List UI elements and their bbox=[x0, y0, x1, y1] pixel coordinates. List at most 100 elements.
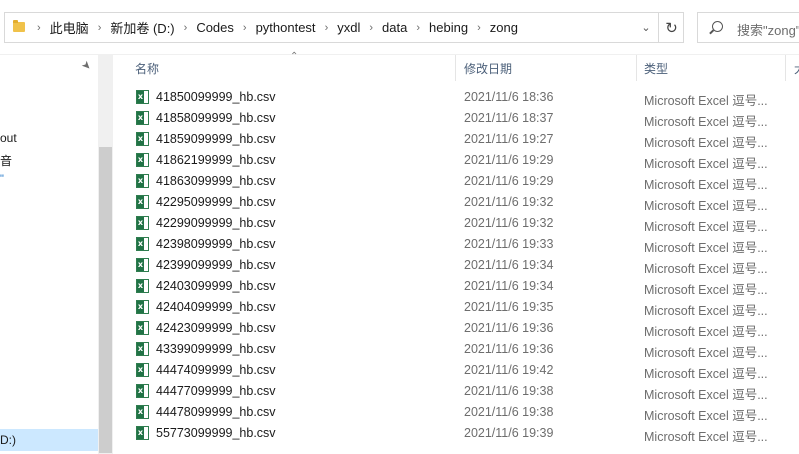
excel-csv-file-icon bbox=[136, 90, 149, 104]
excel-csv-file-icon bbox=[136, 132, 149, 146]
file-row[interactable]: 41850099999_hb.csv 2021/11/6 18:36 Microso… bbox=[114, 87, 799, 108]
breadcrumb-this-pc[interactable]: 此电脑 bbox=[47, 18, 92, 37]
file-modified-date: 2021/11/6 19:39 bbox=[464, 426, 554, 440]
chevron-right-icon[interactable]: › bbox=[410, 22, 426, 34]
file-name: 44474099999_hb.csv bbox=[156, 363, 276, 377]
file-modified-date: 2021/11/6 19:32 bbox=[464, 216, 554, 230]
excel-csv-file-icon bbox=[136, 384, 149, 398]
file-type: Microsoft Excel 逗号... bbox=[644, 388, 768, 402]
file-type: Microsoft Excel 逗号... bbox=[644, 262, 768, 276]
breadcrumb-zong[interactable]: zong bbox=[487, 20, 521, 35]
nav-scrollbar-thumb[interactable] bbox=[99, 147, 112, 453]
file-row[interactable]: 44478099999_hb.csv 2021/11/6 19:38 Microso… bbox=[114, 402, 799, 423]
file-row[interactable]: 42295099999_hb.csv 2021/11/6 19:32 Microso… bbox=[114, 192, 799, 213]
file-name: 42404099999_hb.csv bbox=[156, 300, 276, 314]
column-header-row: ⌃ 名称 修改日期 类型 大 bbox=[114, 51, 799, 81]
file-name: 41863099999_hb.csv bbox=[156, 174, 276, 188]
breadcrumb-codes[interactable]: Codes bbox=[193, 20, 237, 35]
nav-scrollbar[interactable] bbox=[98, 55, 113, 454]
file-modified-date: 2021/11/6 19:33 bbox=[464, 237, 554, 251]
breadcrumb-hebing[interactable]: hebing bbox=[426, 20, 471, 35]
column-divider[interactable] bbox=[455, 55, 456, 81]
file-modified-date: 2021/11/6 19:42 bbox=[464, 363, 554, 377]
column-divider[interactable] bbox=[636, 55, 637, 81]
excel-csv-file-icon bbox=[136, 363, 149, 377]
pin-icon[interactable]: ➤ bbox=[79, 58, 95, 73]
file-name: 42423099999_hb.csv bbox=[156, 321, 276, 335]
chevron-right-icon[interactable]: › bbox=[237, 22, 253, 34]
chevron-right-icon[interactable]: › bbox=[471, 22, 487, 34]
file-type: Microsoft Excel 逗号... bbox=[644, 94, 768, 108]
file-row[interactable]: 42403099999_hb.csv 2021/11/6 19:34 Microso… bbox=[114, 276, 799, 297]
nav-item-drive-d[interactable]: D:) bbox=[0, 429, 98, 451]
file-name: 42403099999_hb.csv bbox=[156, 279, 276, 293]
file-row[interactable]: 42399099999_hb.csv 2021/11/6 19:34 Microso… bbox=[114, 255, 799, 276]
file-row[interactable]: 44477099999_hb.csv 2021/11/6 19:38 Microso… bbox=[114, 381, 799, 402]
file-row[interactable]: 41862199999_hb.csv 2021/11/6 19:29 Microso… bbox=[114, 150, 799, 171]
file-row[interactable]: 55773099999_hb.csv 2021/11/6 19:39 Microso… bbox=[114, 423, 799, 444]
file-name: 43399099999_hb.csv bbox=[156, 342, 276, 356]
file-row[interactable]: 42423099999_hb.csv 2021/11/6 19:36 Microso… bbox=[114, 318, 799, 339]
file-modified-date: 2021/11/6 19:32 bbox=[464, 195, 554, 209]
file-row[interactable]: 42398099999_hb.csv 2021/11/6 19:33 Microso… bbox=[114, 234, 799, 255]
file-name: 55773099999_hb.csv bbox=[156, 426, 276, 440]
excel-csv-file-icon bbox=[136, 342, 149, 356]
column-header-date[interactable]: 修改日期 bbox=[464, 60, 512, 77]
file-modified-date: 2021/11/6 19:38 bbox=[464, 405, 554, 419]
file-type: Microsoft Excel 逗号... bbox=[644, 325, 768, 339]
address-history-dropdown[interactable]: ⌄ bbox=[635, 13, 657, 42]
file-name: 41850099999_hb.csv bbox=[156, 90, 276, 104]
search-box[interactable]: 搜索"zong" bbox=[697, 12, 799, 43]
file-modified-date: 2021/11/6 18:37 bbox=[464, 111, 554, 125]
file-modified-date: 2021/11/6 19:38 bbox=[464, 384, 554, 398]
file-row[interactable]: 42299099999_hb.csv 2021/11/6 19:32 Microso… bbox=[114, 213, 799, 234]
file-modified-date: 2021/11/6 19:36 bbox=[464, 342, 554, 356]
chevron-right-icon[interactable]: › bbox=[178, 22, 194, 34]
file-modified-date: 2021/11/6 19:34 bbox=[464, 258, 554, 272]
chevron-right-icon[interactable]: › bbox=[31, 22, 47, 34]
chevron-right-icon[interactable]: › bbox=[92, 22, 108, 34]
breadcrumb-drive-d[interactable]: 新加卷 (D:) bbox=[107, 18, 177, 37]
file-row[interactable]: 42404099999_hb.csv 2021/11/6 19:35 Microso… bbox=[114, 297, 799, 318]
file-row[interactable]: 43399099999_hb.csv 2021/11/6 19:36 Microso… bbox=[114, 339, 799, 360]
excel-csv-file-icon bbox=[136, 195, 149, 209]
breadcrumb-data[interactable]: data bbox=[379, 20, 410, 35]
chevron-down-icon: ⌄ bbox=[641, 22, 651, 34]
address-bar[interactable]: › 此电脑 › 新加卷 (D:) › Codes › pythontest › … bbox=[4, 12, 684, 43]
file-name: 42295099999_hb.csv bbox=[156, 195, 276, 209]
folder-icon bbox=[13, 20, 25, 32]
sort-ascending-icon: ⌃ bbox=[290, 51, 299, 62]
file-modified-date: 2021/11/6 19:35 bbox=[464, 300, 554, 314]
breadcrumb-yxdl[interactable]: yxdl bbox=[334, 20, 363, 35]
file-type: Microsoft Excel 逗号... bbox=[644, 430, 768, 444]
file-row[interactable]: 41863099999_hb.csv 2021/11/6 19:29 Microso… bbox=[114, 171, 799, 192]
file-row[interactable]: 41859099999_hb.csv 2021/11/6 19:27 Microso… bbox=[114, 129, 799, 150]
chevron-right-icon[interactable]: › bbox=[363, 22, 379, 34]
breadcrumb-pythontest[interactable]: pythontest bbox=[253, 20, 319, 35]
refresh-button[interactable]: ↻ bbox=[658, 13, 684, 42]
file-row[interactable]: 44474099999_hb.csv 2021/11/6 19:42 Microso… bbox=[114, 360, 799, 381]
file-name: 42399099999_hb.csv bbox=[156, 258, 276, 272]
file-row[interactable]: 41858099999_hb.csv 2021/11/6 18:37 Microso… bbox=[114, 108, 799, 129]
excel-csv-file-icon bbox=[136, 153, 149, 167]
file-modified-date: 2021/11/6 19:34 bbox=[464, 279, 554, 293]
excel-csv-file-icon bbox=[136, 216, 149, 230]
column-header-type[interactable]: 类型 bbox=[644, 60, 668, 77]
excel-csv-file-icon bbox=[136, 111, 149, 125]
nav-item-out[interactable]: out bbox=[0, 131, 17, 145]
file-type: Microsoft Excel 逗号... bbox=[644, 241, 768, 255]
file-modified-date: 2021/11/6 19:29 bbox=[464, 174, 554, 188]
nav-item-link[interactable]: " bbox=[0, 173, 4, 185]
nav-item-cn[interactable]: 音 bbox=[0, 152, 12, 169]
file-modified-date: 2021/11/6 19:27 bbox=[464, 132, 554, 146]
column-divider[interactable] bbox=[785, 55, 786, 81]
column-header-size[interactable]: 大 bbox=[794, 60, 799, 77]
file-name: 44478099999_hb.csv bbox=[156, 405, 276, 419]
excel-csv-file-icon bbox=[136, 426, 149, 440]
file-name: 42299099999_hb.csv bbox=[156, 216, 276, 230]
file-list: 41850099999_hb.csv 2021/11/6 18:36 Microso… bbox=[114, 87, 799, 444]
address-toolbar: › 此电脑 › 新加卷 (D:) › Codes › pythontest › … bbox=[0, 0, 799, 55]
column-header-name[interactable]: 名称 bbox=[135, 60, 159, 77]
chevron-right-icon[interactable]: › bbox=[319, 22, 335, 34]
excel-csv-file-icon bbox=[136, 405, 149, 419]
